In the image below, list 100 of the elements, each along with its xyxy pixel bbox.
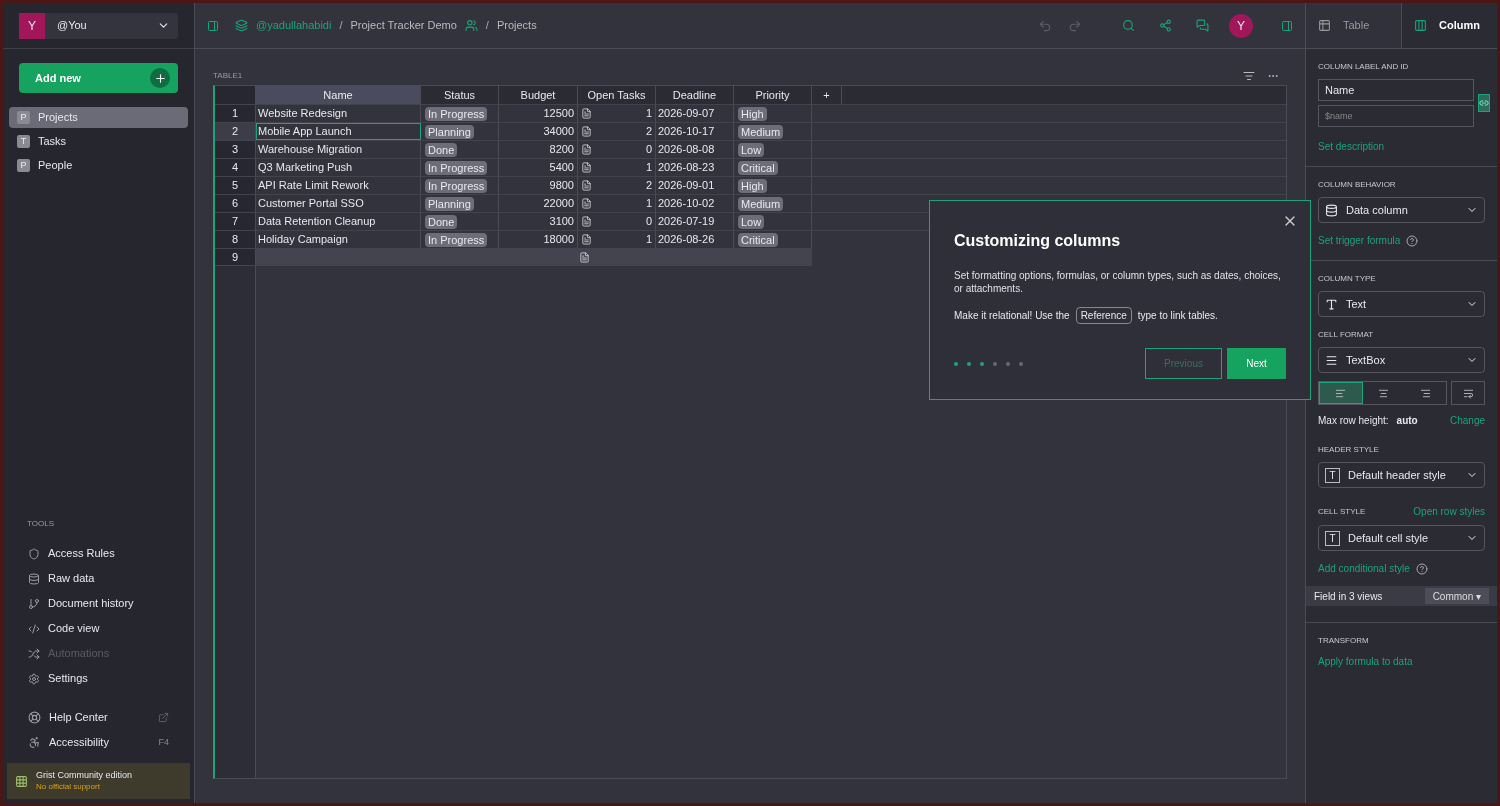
column-header[interactable]: Name	[256, 86, 421, 104]
status-tag: In Progress	[425, 106, 488, 121]
help-item[interactable]: Help Center	[3, 705, 194, 730]
conditional-style-link[interactable]: Add conditional style	[1318, 561, 1410, 576]
page-item[interactable]: P People	[9, 155, 188, 176]
search-icon[interactable]	[1122, 19, 1135, 32]
format-select[interactable]: TextBox	[1318, 347, 1485, 373]
status-tag: Planning	[425, 196, 474, 211]
account-menu[interactable]: Y @You	[19, 12, 178, 39]
plus-icon	[150, 68, 170, 88]
cell-style-select[interactable]: T Default cell style	[1318, 525, 1485, 551]
id-field[interactable]: $name	[1318, 105, 1474, 127]
table-cell: 2026-08-23	[656, 159, 734, 176]
change-link[interactable]: Change	[1449, 413, 1485, 428]
table-cell-text: 1	[645, 196, 652, 212]
table-cell: 2026-08-26	[656, 231, 734, 248]
section-heading: CELL FORMAT	[1318, 329, 1375, 341]
column-header[interactable]: Open Tasks	[578, 86, 656, 104]
tool-item[interactable]: Access Rules	[3, 541, 194, 566]
row-number[interactable]: 8	[215, 231, 256, 248]
tour-text: Set formatting options, formulas, or column types, such as dates, choices, or attachments.	[954, 269, 1282, 295]
tour-text: Make it relational! Use the	[954, 309, 1070, 323]
text-style-icon: T	[1325, 467, 1340, 483]
table-cell: Website Redesign	[256, 105, 421, 122]
section-heading: COLUMN LABEL AND ID	[1318, 61, 1410, 73]
users-icon	[464, 19, 478, 32]
table-cell-text: 1	[645, 160, 652, 176]
share-icon[interactable]	[1159, 19, 1172, 32]
status-tag: In Progress	[425, 232, 488, 247]
tab-icon	[1414, 19, 1427, 32]
type-tag: Reference	[1075, 307, 1132, 324]
reference-icon	[581, 144, 592, 155]
page-item[interactable]: P Projects	[9, 107, 188, 128]
owner-link[interactable]: @yadullahabidi	[256, 17, 332, 34]
type-select[interactable]: Text	[1318, 291, 1485, 317]
row-number[interactable]: 3	[215, 141, 256, 158]
field-type-icon	[1325, 203, 1338, 217]
row-number[interactable]: 2	[215, 123, 256, 140]
table-cell: 2026-08-08	[656, 141, 734, 158]
table-cell: 22000	[499, 195, 578, 212]
add-column-button[interactable]: +	[812, 86, 842, 104]
panel-toggle-icon[interactable]	[1281, 19, 1293, 32]
table-cell: 12500	[499, 105, 578, 122]
table-cell: 34000	[499, 123, 578, 140]
help-icon[interactable]	[1406, 234, 1419, 247]
reference-icon	[581, 162, 592, 173]
table-cell-text: 1	[645, 106, 652, 122]
panel-tab[interactable]: Table	[1306, 3, 1402, 48]
user-avatar[interactable]: Y	[1229, 13, 1253, 38]
tool-item[interactable]: Raw data	[3, 566, 194, 591]
row-styles-link[interactable]: Open row styles	[1413, 504, 1485, 519]
row-number[interactable]: 5	[215, 177, 256, 194]
comments-icon[interactable]	[1196, 19, 1209, 32]
grid-icon	[15, 774, 28, 788]
column-header[interactable]: Status	[421, 86, 499, 104]
table-cell: 5400	[499, 159, 578, 176]
label-field[interactable]: Name	[1318, 79, 1474, 101]
set-description-link[interactable]: Set description	[1318, 139, 1485, 154]
column-header[interactable]: Budget	[499, 86, 578, 104]
apply-formula-link[interactable]: Apply formula to data	[1318, 656, 1413, 667]
tool-item[interactable]: Code view	[3, 616, 194, 641]
tool-item[interactable]: Document history	[3, 591, 194, 616]
wrap-button[interactable]	[1451, 381, 1485, 405]
behavior-select[interactable]: Data column	[1318, 197, 1485, 223]
align-icon	[1419, 387, 1431, 399]
help-item[interactable]: Accessibility F4	[3, 730, 194, 755]
row-number[interactable]: 7	[215, 213, 256, 230]
table-cell-text: 1	[645, 232, 652, 248]
wrap-icon	[1462, 387, 1474, 399]
panel-toggle-icon[interactable]	[207, 19, 219, 32]
tool-icon	[28, 647, 40, 660]
table-cell: Warehouse Migration	[256, 141, 421, 158]
priority-tag: Low	[738, 214, 765, 229]
row-number[interactable]: 9	[215, 249, 256, 265]
tool-item[interactable]: Settings	[3, 666, 194, 691]
header-style-select[interactable]: T Default header style	[1318, 462, 1485, 488]
link-icon	[1479, 98, 1489, 108]
align-button[interactable]	[1319, 382, 1363, 404]
table-cell-text: 2	[645, 178, 652, 194]
trigger-formula-link[interactable]: Set trigger formula	[1318, 233, 1401, 248]
link-toggle[interactable]	[1478, 94, 1490, 112]
avatar: Y	[19, 12, 45, 39]
page-item[interactable]: T Tasks	[9, 131, 188, 152]
section-heading: COLUMN BEHAVIOR	[1318, 179, 1397, 191]
column-header[interactable]: Deadline	[656, 86, 734, 104]
column-header[interactable]: Priority	[734, 86, 812, 104]
align-icon	[1378, 387, 1389, 399]
page-icon: P	[17, 159, 30, 172]
reference-icon	[581, 198, 592, 209]
row-number[interactable]: 4	[215, 159, 256, 176]
tour-text: type to link tables.	[1137, 309, 1218, 323]
common-dropdown[interactable]: Common ▾	[1424, 588, 1489, 604]
section-heading: HEADER STYLE	[1318, 444, 1380, 456]
row-number[interactable]: 1	[215, 105, 256, 122]
max-row-value: auto	[1396, 414, 1418, 428]
help-icon[interactable]	[1415, 562, 1428, 575]
priority-tag: Low	[738, 142, 765, 157]
table-cell: Holiday Campaign	[256, 231, 421, 248]
row-number[interactable]: 6	[215, 195, 256, 212]
sort-filter-icon[interactable]	[1243, 70, 1255, 82]
